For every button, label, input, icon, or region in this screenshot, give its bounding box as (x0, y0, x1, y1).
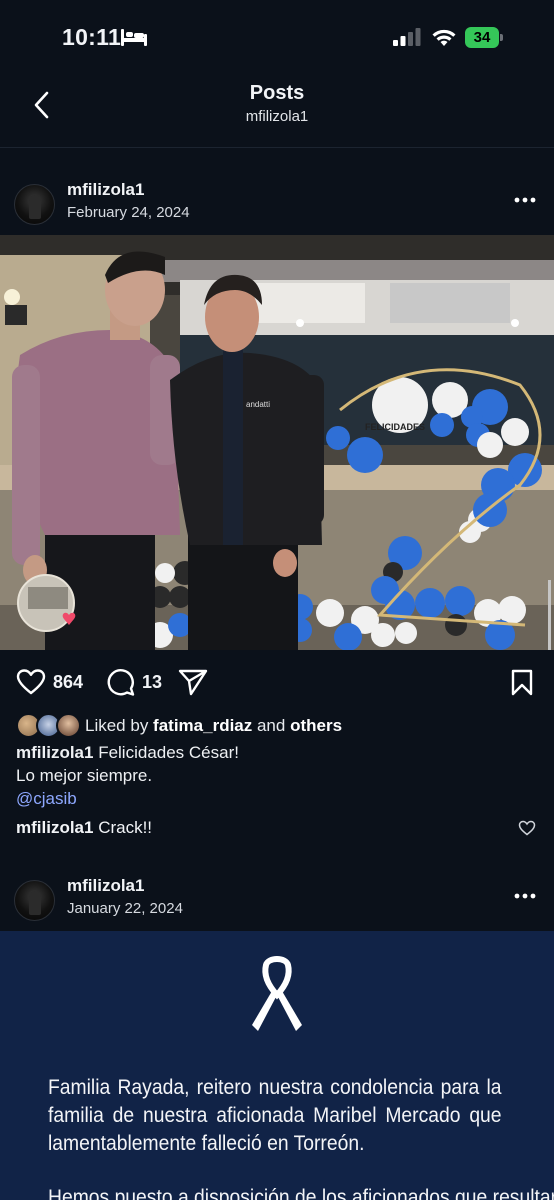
caption-username[interactable]: mfilizola1 (16, 743, 93, 762)
cellular-signal-icon (393, 28, 421, 46)
post-header: mfilizola1 January 22, 2024 (0, 874, 554, 926)
posts-header: Posts mfilizola1 (0, 72, 554, 142)
liked-by-and: and (252, 716, 291, 735)
like-heart-icon[interactable] (16, 668, 46, 696)
liked-by-others[interactable]: others (290, 716, 342, 735)
more-options-icon[interactable] (514, 893, 536, 899)
avatar[interactable] (14, 184, 55, 225)
post-action-bar: 864 13 (0, 660, 554, 704)
condolence-text: Familia Rayada, reitero nuestra condolen… (48, 1076, 502, 1155)
more-options-icon[interactable] (514, 197, 536, 203)
comment-text: Crack!! (93, 818, 153, 837)
photo-scroll-indicator (548, 580, 551, 650)
battery-level: 34 (465, 27, 499, 48)
sleep-focus-icon (121, 29, 147, 46)
pip-thumbnail (17, 574, 76, 632)
post-image-condolence[interactable]: Familia Rayada, reitero nuestra condolen… (0, 931, 554, 1200)
post-header: mfilizola1 February 24, 2024 (0, 178, 554, 230)
liked-by-user[interactable]: fatima_rdiaz (153, 716, 252, 735)
likes-count[interactable]: 864 (53, 672, 83, 693)
liked-by-prefix: Liked by (85, 716, 154, 735)
header-divider (0, 147, 554, 148)
avatar[interactable] (14, 880, 55, 921)
comment-username[interactable]: mfilizola1 (16, 818, 93, 837)
wifi-icon (432, 29, 456, 46)
caption-mention-link[interactable]: @cjasib (16, 787, 536, 810)
status-bar: 10:11 34 (0, 0, 554, 70)
mourning-ribbon-icon (252, 956, 302, 1031)
comment-like-heart-icon[interactable] (518, 820, 536, 836)
share-paper-plane-icon[interactable] (178, 668, 208, 696)
photo-balloon-text: FELICIDADES (365, 422, 425, 432)
condolence-text-continued: Hemos puesto a disposición de los aficio… (48, 1186, 554, 1200)
post-date: January 22, 2024 (67, 900, 183, 917)
photo-jacket-logo: andatti (246, 400, 270, 409)
post-caption: mfilizola1 Felicidades César! Lo mejor s… (16, 741, 536, 810)
liked-by-row[interactable]: Liked by fatima_rdiaz and others (16, 713, 546, 739)
post-photo[interactable]: FELICIDADES andatti (0, 235, 554, 650)
post-date: February 24, 2024 (67, 204, 190, 221)
post-username[interactable]: mfilizola1 (67, 180, 144, 200)
post-username[interactable]: mfilizola1 (67, 876, 144, 896)
post-photo-illustration: FELICIDADES andatti (0, 235, 554, 650)
caption-line-2: Lo mejor siempre. (16, 766, 153, 785)
liked-avatar (56, 713, 81, 738)
liked-by-text: Liked by fatima_rdiaz and others (85, 716, 342, 736)
comment-bubble-icon[interactable] (105, 667, 135, 697)
bookmark-icon[interactable] (510, 668, 534, 696)
clock-time: 10:11 (62, 24, 122, 50)
page-subtitle-username[interactable]: mfilizola1 (0, 108, 554, 125)
battery-cap (500, 34, 503, 41)
caption-text: Felicidades César! (93, 743, 239, 762)
comments-count[interactable]: 13 (142, 672, 162, 693)
top-comment[interactable]: mfilizola1 Crack!! (16, 818, 546, 838)
page-title: Posts (249, 82, 305, 104)
battery-indicator: 34 (465, 27, 505, 48)
